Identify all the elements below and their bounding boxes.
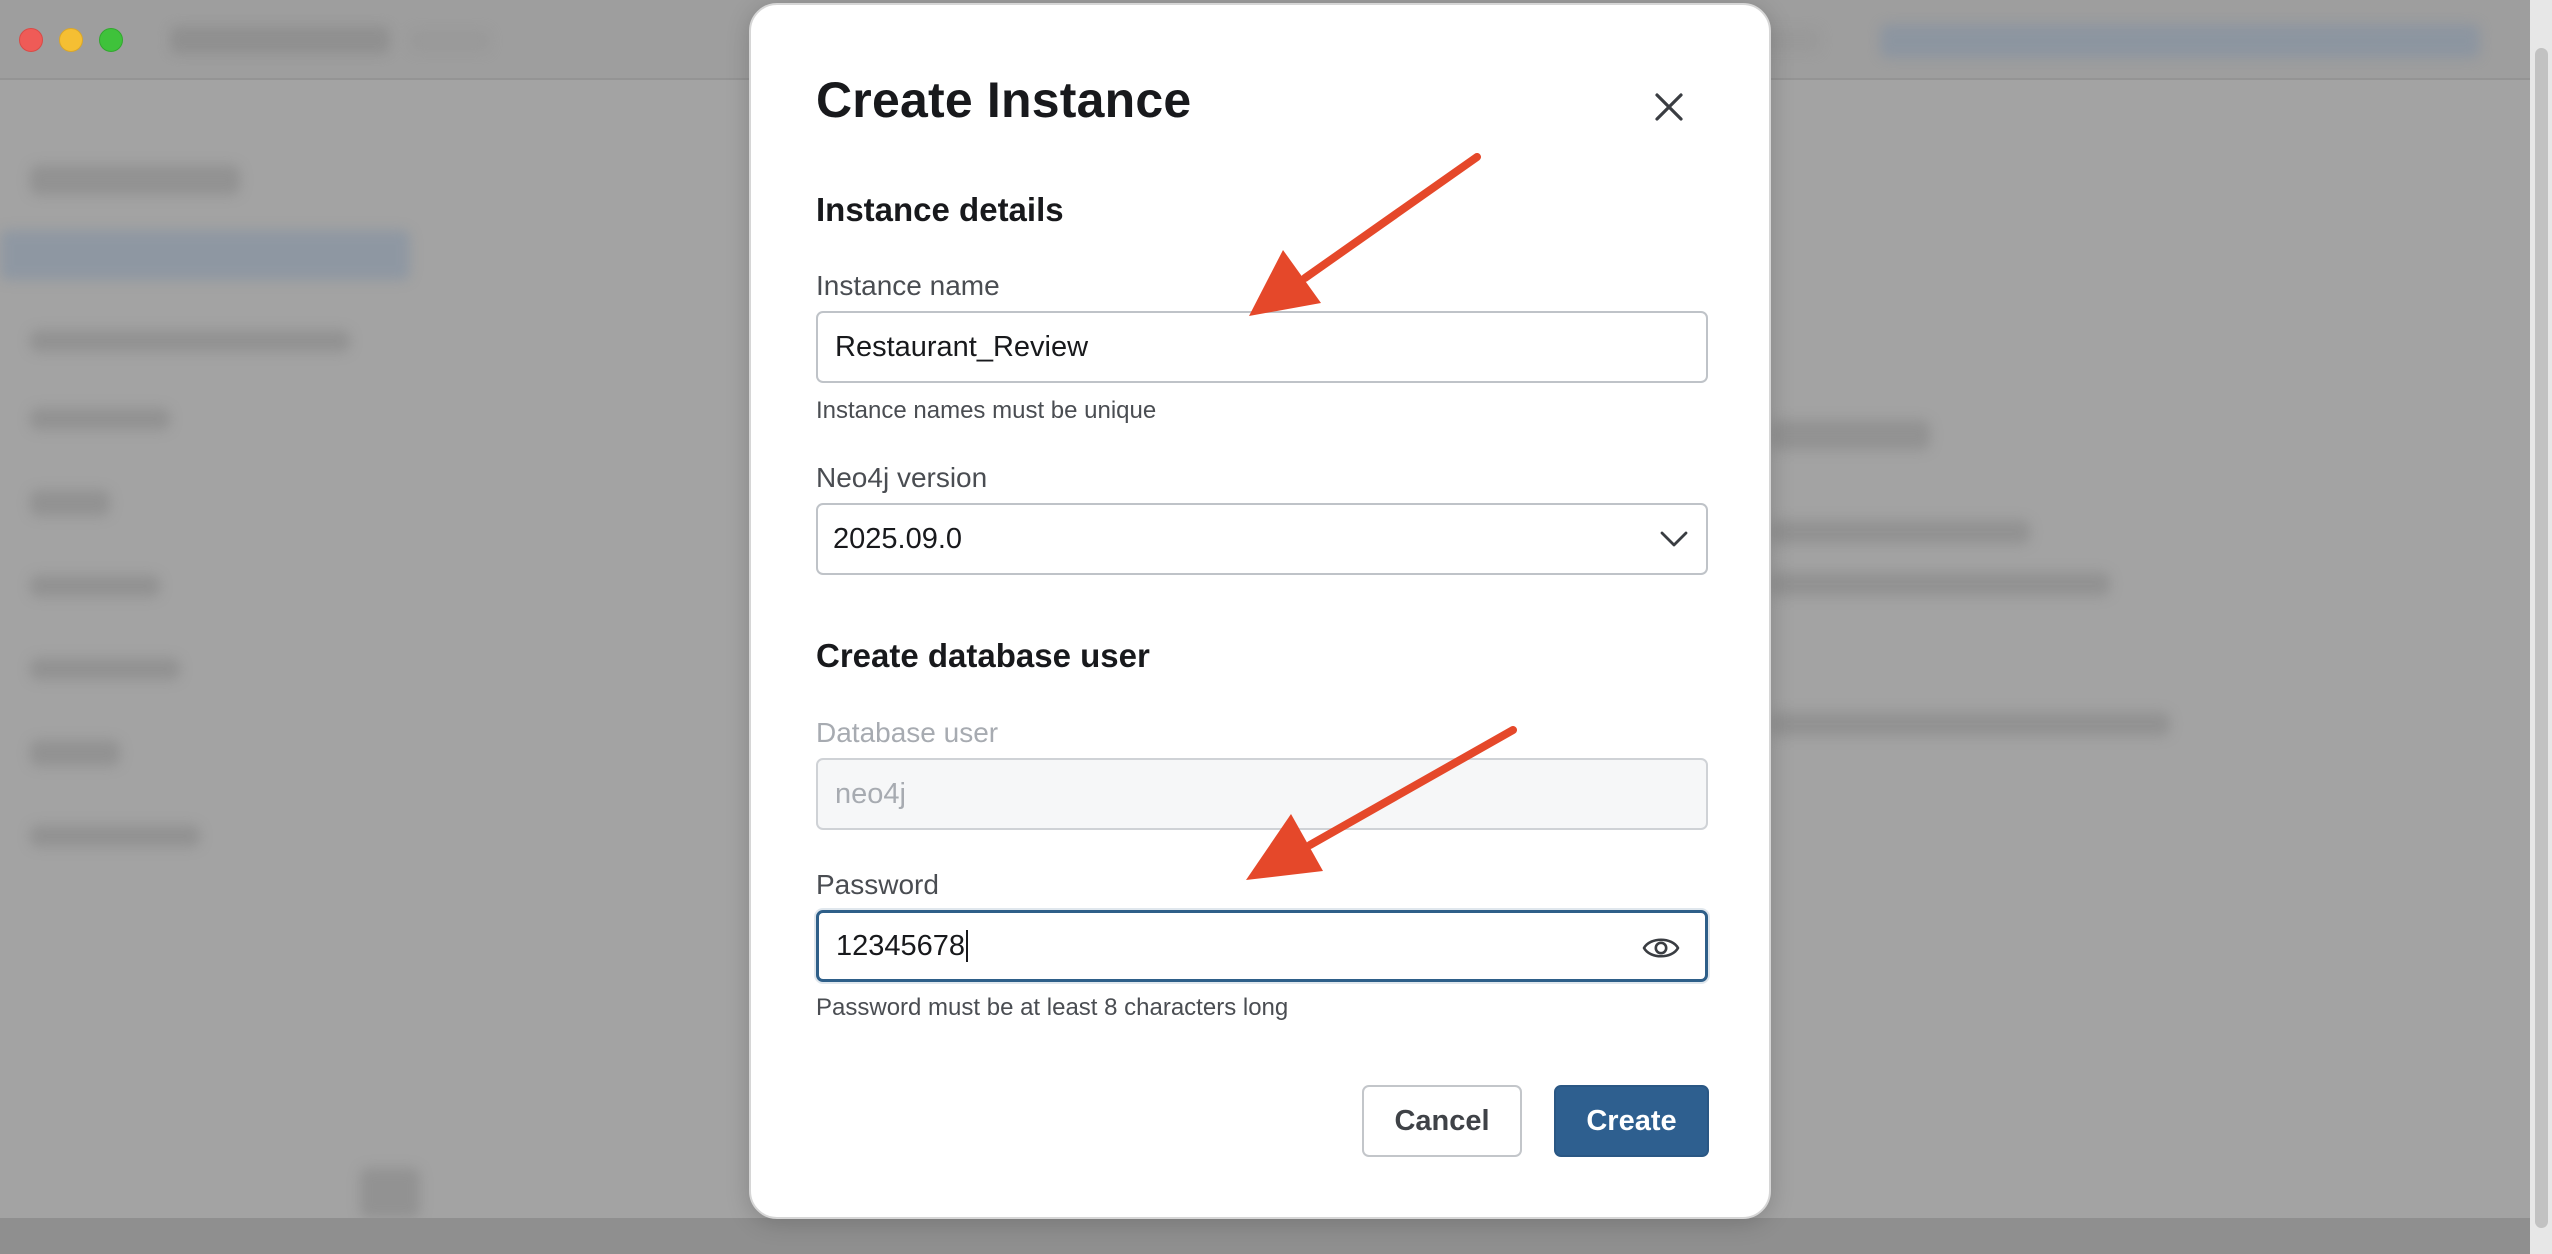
close-dialog-button[interactable] [1649,87,1689,127]
dialog-title: Create Instance [816,72,1192,128]
cancel-button[interactable]: Cancel [1362,1085,1522,1157]
instance-details-heading: Instance details [816,191,1064,228]
window-bottom-edge [0,1218,2530,1254]
text-caret [966,930,969,962]
neo4j-version-select[interactable]: 2025.09.0 [816,503,1708,575]
blurred-app-title [170,26,390,54]
password-label: Password [816,869,939,900]
password-help: Password must be at least 8 characters l… [816,994,1289,1021]
create-instance-dialog: Create Instance Instance details Instanc… [749,3,1771,1219]
instance-name-label: Instance name [816,270,1000,301]
blurred-sidebar [0,80,420,1254]
neo4j-version-label: Neo4j version [816,462,988,493]
scrollbar-thumb[interactable] [2535,48,2548,1228]
instance-name-input[interactable]: Restaurant_Review [816,311,1708,383]
chevron-down-icon [1660,531,1688,547]
password-value: 12345678 [836,929,966,962]
minimize-window-button[interactable] [59,28,83,52]
database-user-input: neo4j [816,758,1708,830]
blurred-title-detail [410,30,490,52]
create-database-user-heading: Create database user [816,637,1150,674]
neo4j-version-value: 2025.09.0 [833,522,963,555]
database-user-placeholder: neo4j [835,777,906,810]
blurred-search-bar [1880,24,2480,58]
eye-icon[interactable] [1641,931,1681,965]
close-window-button[interactable] [19,28,43,52]
instance-name-help: Instance names must be unique [816,397,1157,424]
create-button[interactable]: Create [1554,1085,1709,1157]
scrollbar[interactable] [2530,0,2552,1254]
instance-name-value: Restaurant_Review [835,330,1089,363]
database-user-label: Database user [816,717,999,748]
zoom-window-button[interactable] [99,28,123,52]
password-input[interactable]: 12345678 [816,910,1708,982]
close-icon [1655,93,1683,121]
